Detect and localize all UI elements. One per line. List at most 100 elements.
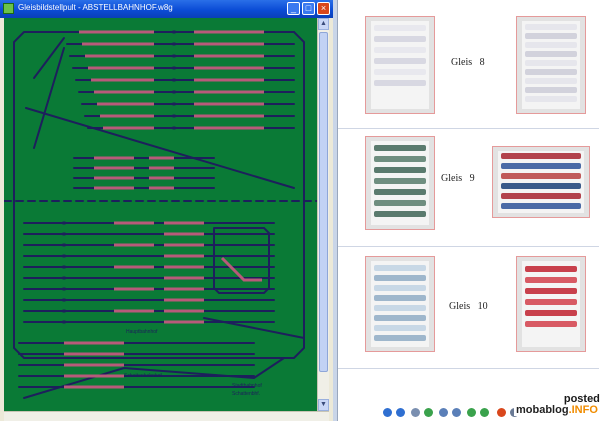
- track-diagram[interactable]: Hauptbahnhof Schattenbahnhof Stadtbahnho…: [4, 18, 317, 411]
- train-row: [525, 266, 577, 272]
- signal-marker[interactable]: [62, 265, 66, 269]
- signal-marker[interactable]: [172, 114, 176, 118]
- gleis-number: 8: [479, 57, 485, 68]
- close-button[interactable]: ×: [317, 2, 330, 15]
- gleis-9-label: Gleis 9: [441, 173, 475, 184]
- ladder-track: [33, 47, 65, 149]
- train-row: [374, 167, 426, 173]
- train-photo-gleis10-left: [365, 256, 435, 352]
- back-icon[interactable]: [383, 408, 392, 417]
- train-row: [525, 277, 577, 283]
- train-row: [374, 285, 426, 291]
- train-row: [374, 47, 426, 53]
- train-row: [374, 211, 426, 217]
- window-title: Gleisbildstellpult - ABSTELLBAHNHOF.w8g: [18, 3, 173, 12]
- gleis-word: Gleis: [451, 57, 473, 68]
- rotate-icon[interactable]: [467, 408, 476, 417]
- zoom-out-icon[interactable]: [452, 408, 461, 417]
- label-schattenbahnhof: Schattenbahnhof: [124, 373, 162, 379]
- signal-marker[interactable]: [62, 221, 66, 225]
- signal-marker[interactable]: [172, 66, 176, 70]
- window-titlebar[interactable]: Gleisbildstellpult - ABSTELLBAHNHOF.w8g …: [0, 0, 333, 18]
- train-row: [501, 183, 581, 189]
- horizontal-scrollbar[interactable]: [4, 411, 329, 421]
- train-row: [374, 335, 426, 341]
- signal-marker[interactable]: [62, 254, 66, 258]
- rewind-icon[interactable]: [411, 408, 420, 417]
- train-row: [374, 189, 426, 195]
- gleis-word: Gleis: [449, 301, 471, 312]
- signal-marker[interactable]: [62, 287, 66, 291]
- section-divider: [338, 128, 599, 129]
- vertical-scrollbar[interactable]: ▲ ▼: [317, 18, 329, 411]
- signal-marker[interactable]: [172, 126, 176, 130]
- signal-marker[interactable]: [172, 54, 176, 58]
- track-diagram-window: Gleisbildstellpult - ABSTELLBAHNHOF.w8g …: [0, 0, 333, 421]
- section-divider: [338, 368, 599, 369]
- return-loop: [213, 227, 270, 294]
- gleis-number: 9: [469, 173, 475, 184]
- gleis-10-label: Gleis 10: [449, 301, 488, 312]
- train-row: [374, 305, 426, 311]
- signal-marker[interactable]: [172, 102, 176, 106]
- train-row: [374, 80, 426, 86]
- label-hauptbahnhof: Hauptbahnhof: [126, 329, 158, 335]
- train-row: [374, 200, 426, 206]
- minimize-button[interactable]: _: [287, 2, 300, 15]
- train-row: [374, 156, 426, 162]
- signal-marker[interactable]: [62, 320, 66, 324]
- signal-marker[interactable]: [172, 90, 176, 94]
- train-row: [374, 69, 426, 75]
- watermark-brand-name: mobablog: [516, 404, 569, 416]
- gleis-word: Gleis: [441, 173, 463, 184]
- train-row: [525, 321, 577, 327]
- train-row: [374, 275, 426, 281]
- train-photo-gleis9-left: [365, 136, 435, 230]
- track-diagram-svg[interactable]: Hauptbahnhof Schattenbahnhof Stadtbahnho…: [4, 18, 317, 411]
- signal-marker[interactable]: [62, 243, 66, 247]
- gleis-number: 10: [477, 301, 488, 312]
- train-row: [525, 310, 577, 316]
- train-row: [525, 288, 577, 294]
- train-row: [525, 60, 577, 66]
- train-photo-gleis9-right: [492, 146, 590, 218]
- signal-marker[interactable]: [62, 309, 66, 313]
- label-schattenbhf: Schattenbhf.: [232, 391, 260, 397]
- forward-icon[interactable]: [396, 408, 405, 417]
- train-row: [501, 153, 581, 159]
- signal-marker[interactable]: [172, 78, 176, 82]
- train-row: [374, 58, 426, 64]
- train-photo-gleis8-right: [516, 16, 586, 114]
- train-row: [525, 96, 577, 102]
- train-row: [525, 33, 577, 39]
- scroll-thumb[interactable]: [319, 32, 328, 372]
- train-row: [525, 87, 577, 93]
- train-row: [374, 25, 426, 31]
- signal-marker[interactable]: [62, 276, 66, 280]
- maximize-button[interactable]: □: [302, 2, 315, 15]
- section-divider: [338, 246, 599, 247]
- signal-marker[interactable]: [62, 232, 66, 236]
- delete-icon[interactable]: [497, 408, 506, 417]
- train-row: [501, 163, 581, 169]
- watermark: posted mobablog.INFO: [514, 394, 600, 416]
- scroll-up-icon[interactable]: ▲: [318, 18, 329, 30]
- signal-marker[interactable]: [172, 30, 176, 34]
- train-row: [525, 69, 577, 75]
- train-row: [525, 51, 577, 57]
- signal-marker[interactable]: [172, 42, 176, 46]
- watermark-brand-suffix: .INFO: [568, 404, 598, 416]
- zoom-in-icon[interactable]: [439, 408, 448, 417]
- diagonal-track: [25, 107, 295, 189]
- scroll-down-icon[interactable]: ▼: [318, 399, 329, 411]
- signal-marker[interactable]: [62, 298, 66, 302]
- train-row: [525, 24, 577, 30]
- train-row: [525, 42, 577, 48]
- play-icon[interactable]: [424, 408, 433, 417]
- label-stadtbahnhof: Stadtbahnhof: [232, 383, 262, 389]
- train-photo-gleis10-right: [516, 256, 586, 352]
- ladder-track: [33, 37, 65, 79]
- rotate-right-icon[interactable]: [480, 408, 489, 417]
- app-icon: [3, 3, 14, 14]
- train-row: [374, 265, 426, 271]
